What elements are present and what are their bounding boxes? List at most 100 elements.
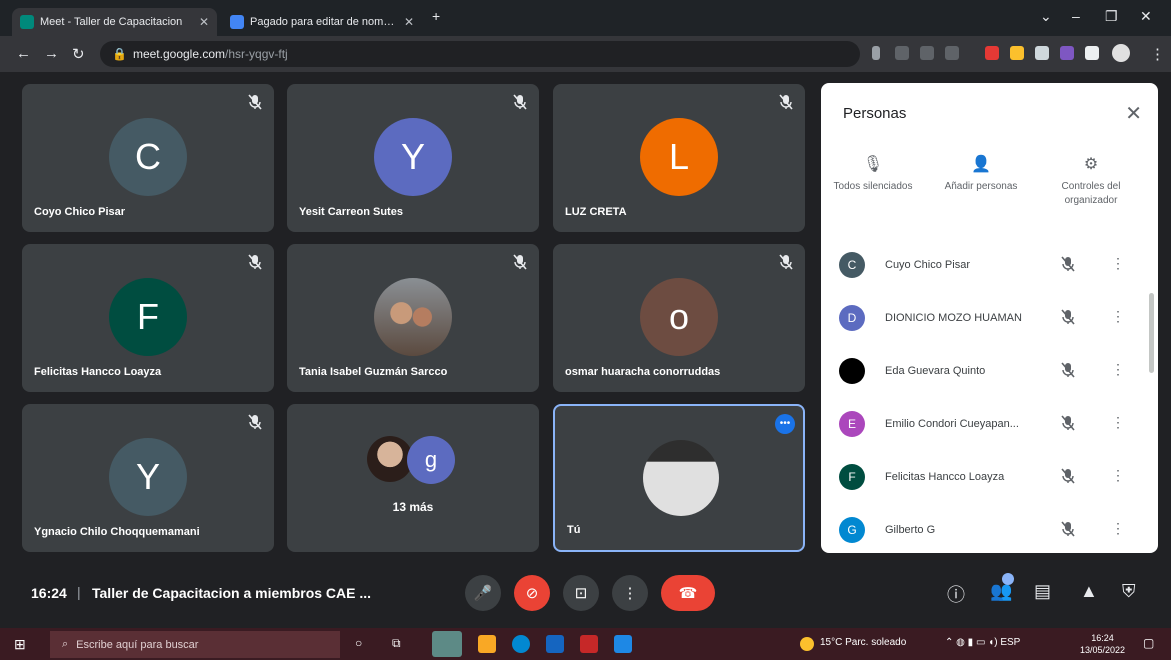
camera-off-icon: ⊘ (525, 585, 539, 602)
participant-tile[interactable]: Tú ••• (553, 404, 805, 552)
weather-icon[interactable] (800, 637, 814, 651)
notifications-icon[interactable]: ▢ (1143, 636, 1154, 650)
participant-name: osmar huaracha conorruddas (565, 366, 721, 378)
extension-red-icon[interactable] (985, 46, 999, 60)
host-controls-lock-icon[interactable]: ⛨ (1122, 581, 1136, 602)
back-icon[interactable]: ← (16, 45, 31, 62)
participant-list-item[interactable]: C Cuyo Chico Pisar ⋮ (839, 246, 1139, 286)
forward-icon[interactable]: → (44, 45, 59, 62)
people-count-badge (1002, 573, 1014, 585)
meeting-title: Taller de Capacitacion a miembros CAE ..… (92, 585, 372, 601)
minimize-icon[interactable]: – (1072, 8, 1080, 24)
panel-scrollbar[interactable] (1149, 293, 1154, 373)
chrome-taskbar-icon[interactable] (432, 631, 462, 657)
file-explorer-icon[interactable] (478, 635, 496, 653)
close-tab-icon[interactable]: ✕ (404, 15, 414, 29)
camera-off-button[interactable]: ⊘ (514, 575, 550, 611)
mic-off-icon[interactable] (1061, 521, 1075, 537)
new-tab-icon[interactable]: + (432, 8, 440, 24)
extensions-puzzle-icon[interactable] (1085, 46, 1099, 60)
address-bar[interactable]: 🔒 meet.google.com /hsr-yqgv-ftj (100, 41, 860, 67)
mic-off-icon[interactable] (1061, 468, 1075, 484)
profile-avatar-icon[interactable] (1112, 44, 1130, 62)
close-tab-icon[interactable]: ✕ (199, 15, 209, 29)
taskbar-search-box[interactable]: ⌕ Escribe aquí para buscar (50, 631, 340, 658)
mic-off-icon (248, 94, 262, 110)
participant-tile[interactable]: L LUZ CRETA (553, 84, 805, 232)
more-vert-icon[interactable]: ⋮ (1111, 361, 1125, 378)
mute-all-button[interactable]: 🎙 Todos silenciados (823, 156, 923, 194)
participant-list-item[interactable]: G Gilberto G ⋮ (839, 511, 1139, 551)
mic-off-icon (248, 254, 262, 270)
extension-yellow-icon[interactable] (1010, 46, 1024, 60)
taskbar-clock[interactable]: 16:24 13/05/2022 (1080, 632, 1125, 656)
close-window-icon[interactable]: ✕ (1140, 8, 1152, 25)
participant-tile[interactable]: C Coyo Chico Pisar (22, 84, 274, 232)
more-vert-icon[interactable]: ⋮ (1111, 308, 1125, 325)
tile-options-icon[interactable]: ••• (775, 414, 795, 434)
add-people-label: Añadir personas (944, 181, 1018, 192)
task-view-icon[interactable]: ⧉ (392, 636, 401, 651)
participant-tile[interactable]: Y Ygnacio Chilo Choqquemamani (22, 404, 274, 552)
camera-indicator-icon[interactable] (872, 46, 880, 60)
microphone-button[interactable]: 🎤 (465, 575, 501, 611)
powerpoint-icon[interactable] (580, 635, 598, 653)
mic-off-icon[interactable] (1061, 415, 1075, 431)
host-controls-button[interactable]: ⚙ Controles del organizador (1041, 157, 1141, 208)
more-vert-icon[interactable]: ⋮ (1111, 467, 1125, 484)
more-vert-icon[interactable]: ⋮ (1111, 414, 1125, 431)
mic-off-icon[interactable] (1061, 256, 1075, 272)
participant-tile[interactable]: Tania Isabel Guzmán Sarcco (287, 244, 539, 392)
tab-meet[interactable]: Meet - Taller de Capacitacion ✕ (12, 8, 217, 36)
participant-list-item[interactable]: D DIONICIO MOZO HUAMAN ⋮ (839, 299, 1139, 339)
participant-list-name: Eda Guevara Quinto (885, 365, 986, 377)
taskbar-weather[interactable]: 15°C Parc. soleado (820, 637, 906, 648)
leave-call-button[interactable]: ☎ (661, 575, 715, 611)
panel-title: Personas (843, 105, 907, 122)
mic-off-icon: 🎙 (862, 156, 884, 173)
extension-light-icon[interactable] (1035, 46, 1049, 60)
maximize-icon[interactable]: ❐ (1105, 8, 1118, 25)
cortana-icon[interactable]: ○ (355, 636, 362, 650)
participant-name: Tú (567, 524, 581, 536)
edge-icon[interactable] (512, 635, 530, 653)
word-icon[interactable] (614, 635, 632, 653)
add-people-button[interactable]: 👤 Añadir personas (931, 157, 1031, 194)
mic-off-icon[interactable] (1061, 362, 1075, 378)
lock-icon: 🔒 (112, 47, 127, 61)
participant-tile[interactable]: o osmar huaracha conorruddas (553, 244, 805, 392)
more-options-button[interactable]: ⋮ (612, 575, 648, 611)
participant-name: Felicitas Hancco Loayza (34, 366, 162, 378)
meeting-details-icon[interactable]: ⓘ (947, 581, 965, 607)
zoom-icon[interactable] (895, 46, 909, 60)
participant-list-item[interactable]: E Emilio Condori Cueyapan... ⋮ (839, 405, 1139, 445)
close-panel-icon[interactable]: ✕ (1125, 101, 1142, 126)
participant-list-item[interactable]: Eda Guevara Quinto ⋮ (839, 352, 1139, 392)
chrome-menu-icon[interactable]: ⋮ (1150, 45, 1165, 63)
participant-list-name: Felicitas Hancco Loayza (885, 471, 1005, 483)
participant-tile[interactable]: g 13 más (287, 404, 539, 552)
activities-icon[interactable]: ▲ (1080, 581, 1098, 602)
bookmark-icon[interactable] (945, 46, 959, 60)
participant-tile[interactable]: Y Yesit Carreon Sutes (287, 84, 539, 232)
more-vert-icon[interactable]: ⋮ (1111, 520, 1125, 537)
reload-icon[interactable]: ↻ (72, 45, 85, 63)
system-tray[interactable]: ⌃ ◍ ▮ ▭ ◖) ESP (945, 637, 1020, 648)
share-icon[interactable] (920, 46, 934, 60)
store-icon[interactable] (546, 635, 564, 653)
extension-purple-icon[interactable] (1060, 46, 1074, 60)
chat-icon[interactable]: ▤ (1034, 581, 1051, 602)
present-button[interactable]: ⊡ (563, 575, 599, 611)
participant-avatar: Y (109, 438, 187, 516)
taskbar-search-placeholder: Escribe aquí para buscar (76, 638, 199, 651)
tab-search-icon[interactable]: ⌄ (1040, 8, 1052, 25)
participant-name: Tania Isabel Guzmán Sarcco (299, 366, 448, 378)
mic-off-icon[interactable] (1061, 309, 1075, 325)
participant-avatar: g (407, 436, 455, 484)
participant-list-avatar (839, 358, 865, 384)
tab-second[interactable]: Pagado para editar de nombre ✕ (222, 8, 422, 36)
participant-tile[interactable]: F Felicitas Hancco Loayza (22, 244, 274, 392)
participant-list-item[interactable]: F Felicitas Hancco Loayza ⋮ (839, 458, 1139, 498)
windows-start-icon[interactable]: ⊞ (14, 636, 26, 653)
more-vert-icon[interactable]: ⋮ (1111, 255, 1125, 272)
